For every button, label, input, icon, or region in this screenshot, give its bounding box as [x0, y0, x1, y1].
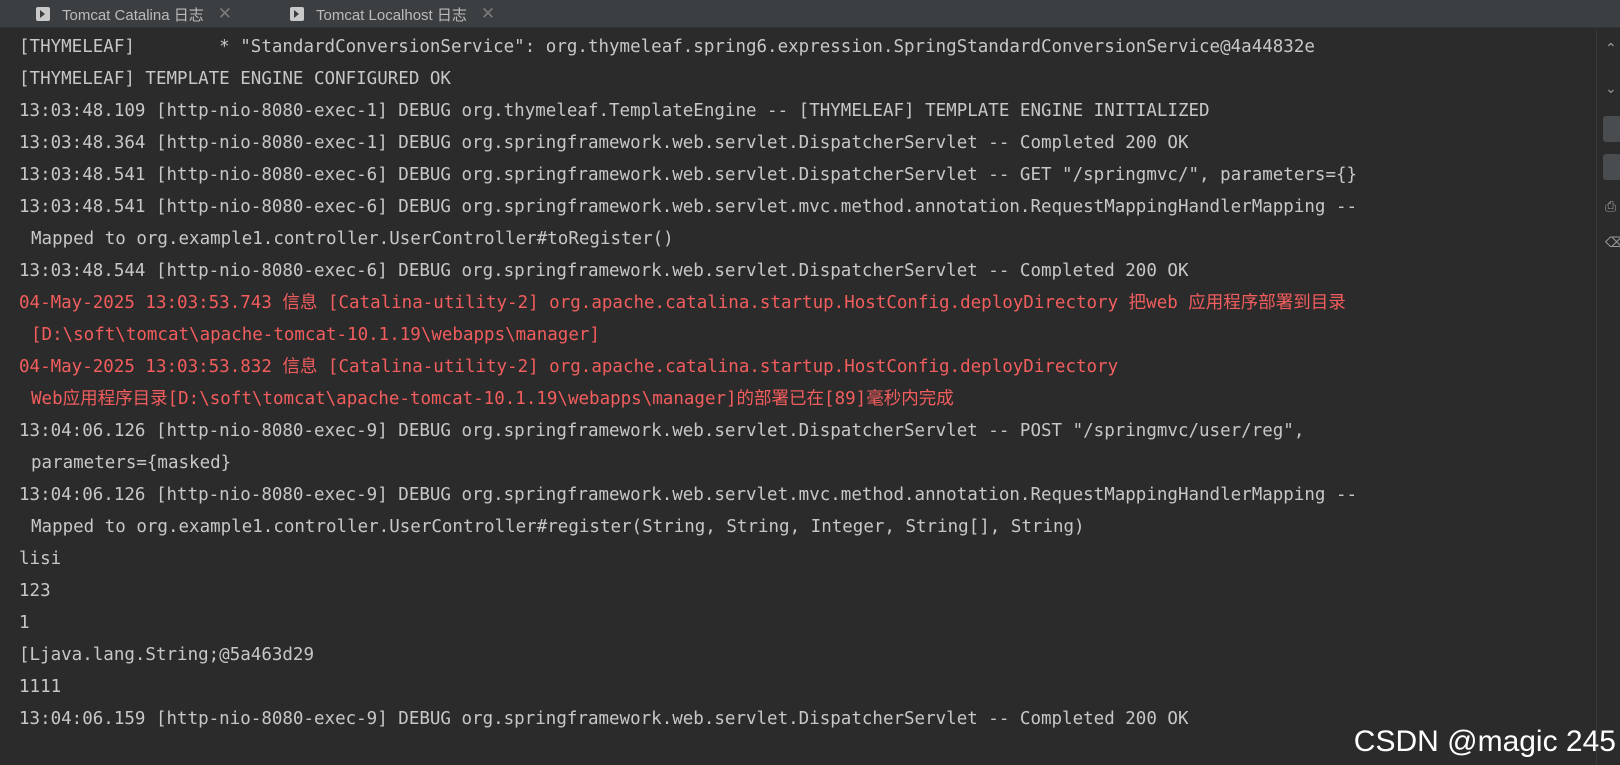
- console-line: lisi: [19, 549, 62, 569]
- scroll-up-icon[interactable]: ⌃: [1605, 40, 1619, 58]
- console-line: 13:03:48.364 [http-nio-8080-exec-1] DEBU…: [19, 133, 1189, 153]
- console-line: [THYMELEAF] TEMPLATE ENGINE CONFIGURED O…: [19, 69, 451, 89]
- terminal-icon: [290, 7, 304, 21]
- console-line: 13:03:48.109 [http-nio-8080-exec-1] DEBU…: [19, 101, 1210, 121]
- tab-tomcat-catalina-log[interactable]: Tomcat Catalina 日志 ✕: [36, 0, 232, 28]
- watermark: CSDN @magic 245: [1353, 725, 1616, 758]
- console-line-continuation: [D:\soft\tomcat\apache-tomcat-10.1.19\we…: [31, 325, 600, 345]
- scroll-to-end-button[interactable]: [1603, 154, 1620, 180]
- console-line-continuation: parameters={masked}: [31, 453, 232, 473]
- soft-wrap-button[interactable]: [1603, 116, 1620, 142]
- console-line: [THYMELEAF] * "StandardConversionService…: [19, 37, 1315, 57]
- tab-tomcat-localhost-log[interactable]: Tomcat Localhost 日志 ✕: [290, 0, 495, 28]
- console-line-continuation: Mapped to org.example1.controller.UserCo…: [31, 517, 1085, 537]
- console-line: 1111: [19, 677, 62, 697]
- console-line: 04-May-2025 13:03:53.743 信息 [Catalina-ut…: [19, 293, 1346, 313]
- tab-label: Tomcat Catalina 日志: [62, 6, 204, 24]
- console-line: 04-May-2025 13:03:53.832 信息 [Catalina-ut…: [19, 357, 1119, 377]
- close-icon[interactable]: ✕: [218, 4, 232, 24]
- clear-all-icon[interactable]: ⌫: [1605, 234, 1620, 252]
- console-line: 1: [19, 613, 30, 633]
- console-line: 13:04:06.126 [http-nio-8080-exec-9] DEBU…: [19, 421, 1305, 441]
- console-line: [Ljava.lang.String;@5a463d29: [19, 645, 315, 665]
- ide-console-window: Tomcat Catalina 日志 ✕ Tomcat Localhost 日志…: [0, 0, 1620, 765]
- console-line: 13:03:48.541 [http-nio-8080-exec-6] DEBU…: [19, 197, 1358, 217]
- tab-label: Tomcat Localhost 日志: [316, 6, 467, 24]
- console-line-continuation: Mapped to org.example1.controller.UserCo…: [31, 229, 674, 249]
- console-line: 13:03:48.544 [http-nio-8080-exec-6] DEBU…: [19, 261, 1189, 281]
- scroll-down-icon[interactable]: ⌄: [1605, 80, 1619, 98]
- console-line: 13:04:06.159 [http-nio-8080-exec-9] DEBU…: [19, 709, 1189, 729]
- console-line: 13:03:48.541 [http-nio-8080-exec-6] DEBU…: [19, 165, 1358, 185]
- console-line-continuation: Web应用程序目录[D:\soft\tomcat\apache-tomcat-1…: [31, 389, 954, 409]
- console-line: 13:04:06.126 [http-nio-8080-exec-9] DEBU…: [19, 485, 1358, 505]
- console-tab-bar: Tomcat Catalina 日志 ✕ Tomcat Localhost 日志…: [0, 0, 1620, 28]
- console-output[interactable]: [THYMELEAF] * "StandardConversionService…: [0, 30, 1596, 765]
- console-side-toolbar: ⌃ ⌄ ⎙ ⌫: [1596, 30, 1620, 765]
- terminal-icon: [36, 7, 50, 21]
- close-icon[interactable]: ✕: [481, 4, 495, 24]
- print-icon[interactable]: ⎙: [1605, 198, 1619, 216]
- console-line: 123: [19, 581, 51, 601]
